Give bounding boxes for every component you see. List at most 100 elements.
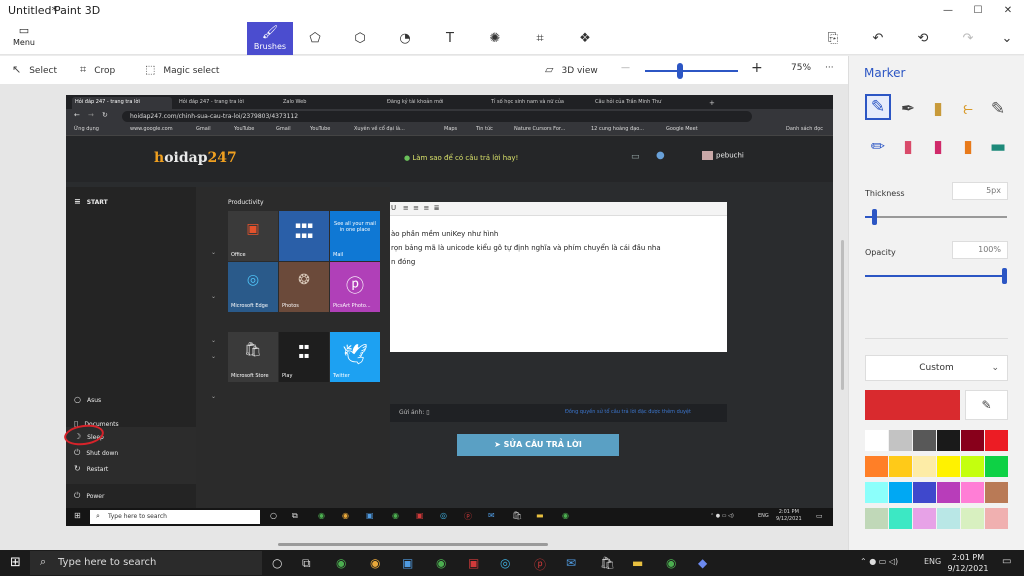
2d-shapes-icon[interactable]: ⬠ — [293, 22, 337, 55]
redo-icon[interactable]: ↷ — [946, 22, 990, 55]
opacity-input[interactable]: 100% — [952, 241, 1008, 259]
color-swatch[interactable] — [985, 508, 1008, 529]
chevron-down-icon[interactable]: ⌄ — [211, 393, 216, 400]
chevron-down-icon[interactable]: ⌄ — [211, 337, 216, 344]
site-logo[interactable]: hoidap247 — [154, 150, 237, 166]
zoom-slider-thumb[interactable] — [677, 63, 683, 79]
3d-shapes-icon[interactable]: ⬡ — [338, 22, 382, 55]
crop-button[interactable]: ⌗ Crop — [80, 63, 115, 77]
mail-tile[interactable]: See all your mail in one place Mail — [330, 211, 380, 261]
store-icon[interactable]: 🛍 — [600, 556, 615, 570]
submit-answer-button[interactable]: ➤ SỬA CÂU TRẢ LỜI — [457, 434, 619, 456]
chevron-down-icon[interactable]: ⌄ — [211, 353, 216, 360]
browser-tab[interactable]: Hỏi đáp 247 - trang tra lời — [176, 97, 276, 109]
chrome-icon[interactable]: ◉ — [342, 511, 349, 520]
system-tray-icons[interactable]: ⌃ ● ▭ ◁) — [710, 513, 734, 519]
align-left-icon[interactable]: ≡ — [403, 204, 409, 212]
mail-icon[interactable]: ✉ — [566, 556, 576, 570]
paint-3d-icon[interactable]: ◆ — [698, 556, 707, 570]
close-button[interactable]: ✕ — [1000, 3, 1016, 19]
cortana-icon[interactable]: ○ — [270, 511, 277, 520]
marker-brush[interactable]: ✎ — [865, 94, 891, 120]
office-tile[interactable]: ▣ Office — [228, 211, 278, 261]
color-swatch[interactable] — [865, 508, 888, 529]
help-link[interactable]: ● Làm sao để có câu trả lời hay! — [404, 154, 518, 162]
system-tray-icons[interactable]: ⌃ ● ▭ ◁) — [860, 557, 898, 566]
color-swatch[interactable] — [985, 456, 1008, 477]
underline-icon[interactable]: U — [391, 204, 396, 212]
eraser-brush[interactable]: ▮ — [895, 134, 921, 160]
browser-tab[interactable]: Câu hỏi của Trần Minh Thư — [592, 97, 692, 109]
align-center-icon[interactable]: ≡ — [413, 204, 419, 212]
bookmark[interactable]: YouTube — [234, 126, 254, 132]
color-swatch[interactable] — [961, 482, 984, 503]
mail-icon[interactable]: ✉ — [488, 511, 495, 520]
color-swatch[interactable] — [961, 456, 984, 477]
app-icon[interactable]: ▣ — [366, 511, 374, 520]
color-swatch[interactable] — [937, 482, 960, 503]
bookmark[interactable]: Nature Cursors For... — [514, 126, 565, 132]
bookmark[interactable]: Xuyên về cổ đại là... — [354, 126, 405, 132]
eyedropper-icon[interactable]: ✎ — [965, 390, 1008, 420]
chrome-icon[interactable]: ◉ — [370, 556, 380, 570]
opacity-slider-thumb[interactable] — [1002, 268, 1007, 284]
edge-tile[interactable]: ◎ Microsoft Edge — [228, 262, 278, 312]
chevron-down-icon[interactable]: ⌄ — [211, 249, 216, 256]
power-button[interactable]: ⏻ Power — [74, 491, 104, 501]
cortana-icon[interactable]: ○ — [272, 556, 282, 570]
color-swatch[interactable] — [865, 430, 888, 451]
browser-tab[interactable]: Tỉ số học sinh nam và nữ của — [488, 97, 588, 109]
pasted-screenshot[interactable]: Hỏi đáp 247 - trang tra lời Hỏi đáp 247 … — [66, 95, 833, 526]
color-swatch[interactable] — [889, 456, 912, 477]
bookmark[interactable]: Maps — [444, 126, 457, 132]
bookmark[interactable]: Ứng dụng — [74, 126, 99, 132]
bookmark[interactable]: Google Meet — [666, 126, 698, 132]
align-right-icon[interactable]: ≡ — [423, 204, 429, 212]
color-swatch[interactable] — [937, 456, 960, 477]
more-options-button[interactable]: ··· — [825, 63, 834, 73]
forward-icon[interactable]: → — [88, 111, 94, 119]
brushes-tool[interactable]: 🖌 Brushes — [247, 22, 293, 55]
bookmark[interactable]: Gmail — [196, 126, 211, 132]
color-swatch[interactable] — [913, 508, 936, 529]
opacity-slider[interactable] — [865, 268, 1007, 284]
back-icon[interactable]: ← — [74, 111, 80, 119]
clock[interactable]: 2:01 PM 9/12/2021 — [776, 509, 802, 523]
color-swatch[interactable] — [889, 482, 912, 503]
bookmark[interactable]: YouTube — [310, 126, 330, 132]
notification-icon[interactable]: ▭ — [816, 512, 823, 520]
chat-icon[interactable]: ▭ — [631, 152, 640, 162]
store-tile[interactable]: 🛍 Microsoft Store — [228, 332, 278, 382]
search-box[interactable]: Type here to search — [30, 551, 262, 575]
selected-color-swatch[interactable] — [865, 390, 960, 420]
new-tab-icon[interactable]: + — [706, 97, 718, 109]
color-swatch[interactable] — [961, 508, 984, 529]
effects-icon[interactable]: ✺ — [473, 22, 517, 55]
user-menu[interactable]: pebuchi — [702, 151, 744, 160]
windows-icon[interactable]: ⊞ — [10, 555, 21, 570]
canvas-icon[interactable]: ⌗ — [518, 22, 562, 55]
stickers-icon[interactable]: ◔ — [383, 22, 427, 55]
spray-can-brush[interactable]: ▮ — [955, 134, 981, 160]
url-field[interactable]: hoidap247.com/chinh-sua-cau-tra-loi/2379… — [122, 111, 752, 122]
app-icon[interactable]: ▣ — [416, 511, 424, 520]
app-icon[interactable]: ◉ — [392, 511, 399, 520]
text-icon[interactable]: T — [428, 22, 472, 55]
play-tile[interactable]: ▪▪ ▪▪ Play — [279, 332, 329, 382]
twitter-tile[interactable]: 🕊 Twitter — [330, 332, 380, 382]
pinterest-icon[interactable]: ⓟ — [464, 511, 472, 522]
zoom-slider[interactable] — [645, 63, 738, 79]
office-apps-tile[interactable]: ▪▪▪ ▪▪▪ — [279, 211, 329, 261]
watercolor-brush[interactable]: ⥼ — [955, 96, 981, 122]
bookmark[interactable]: Tin tức — [476, 126, 493, 132]
magic-select-button[interactable]: ⬚ Magic select — [145, 63, 219, 76]
picsart-tile[interactable]: ⓟ PicsArt Photo... — [330, 262, 380, 312]
pencil-brush[interactable]: ✏ — [865, 134, 891, 160]
color-mode-dropdown[interactable]: Custom ⌄ — [865, 355, 1008, 381]
justify-icon[interactable]: ≣ — [434, 204, 440, 212]
app-icon[interactable]: ▣ — [468, 556, 479, 570]
zoom-in-button[interactable]: + — [751, 60, 763, 76]
user-account[interactable]: ○ Asus — [74, 395, 101, 404]
task-view-icon[interactable]: ⧉ — [302, 556, 311, 571]
color-swatch[interactable] — [913, 430, 936, 451]
